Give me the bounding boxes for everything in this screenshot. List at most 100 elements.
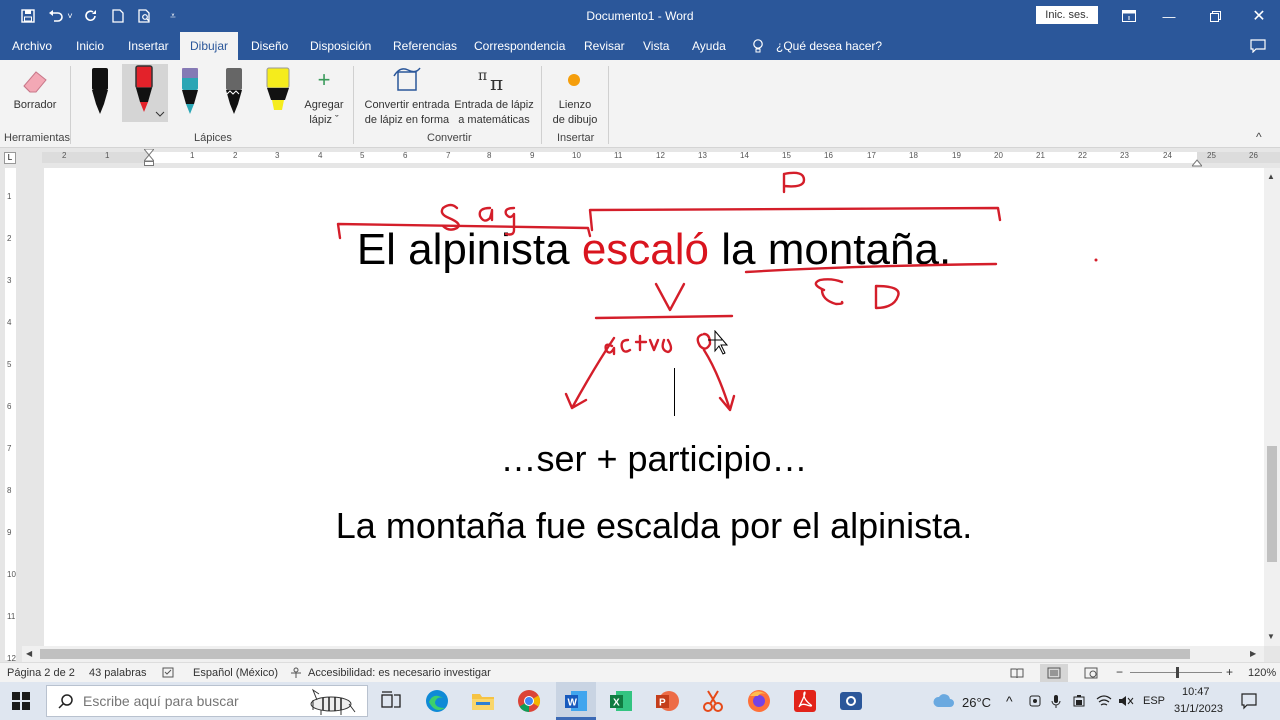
sign-in-button[interactable]: Inic. ses. bbox=[1036, 6, 1098, 24]
print-layout-button[interactable] bbox=[1040, 664, 1068, 682]
tell-me-search[interactable]: ¿Qué desea hacer? bbox=[774, 32, 884, 60]
ruler-number: 10 bbox=[572, 151, 581, 160]
right-indent-marker-icon[interactable] bbox=[1190, 155, 1204, 167]
tray-expand-icon[interactable]: ^ bbox=[1006, 693, 1013, 709]
scrollbar-thumb[interactable] bbox=[1267, 446, 1277, 562]
tab-inicio[interactable]: Inicio bbox=[74, 32, 106, 60]
scroll-right-icon[interactable]: ▶ bbox=[1250, 649, 1256, 658]
tab-dibujar[interactable]: Dibujar bbox=[180, 32, 239, 60]
eraser-icon[interactable] bbox=[20, 66, 50, 96]
edge-icon[interactable] bbox=[424, 688, 450, 714]
excel-icon[interactable]: X bbox=[608, 688, 634, 714]
temperature[interactable]: 26°C bbox=[962, 695, 991, 710]
language-status[interactable]: Español (México) bbox=[193, 667, 278, 679]
zebra-image-icon bbox=[299, 686, 365, 716]
word-taskbar-button[interactable]: W bbox=[556, 682, 596, 720]
collapse-ribbon-icon[interactable]: ^ bbox=[1256, 130, 1270, 144]
search-input[interactable] bbox=[83, 686, 283, 716]
proofing-icon[interactable] bbox=[162, 667, 176, 682]
ink-to-math-icon[interactable]: ππ bbox=[476, 66, 512, 95]
vruler-number: 1 bbox=[7, 192, 12, 201]
pen-black-icon[interactable] bbox=[84, 66, 118, 118]
battery-icon[interactable] bbox=[1072, 694, 1086, 711]
tab-disposicion[interactable]: Disposición bbox=[308, 32, 373, 60]
tab-insertar[interactable]: Insertar bbox=[126, 32, 171, 60]
clock-time[interactable]: 10:47 bbox=[1182, 686, 1210, 698]
vruler-number: 5 bbox=[7, 360, 12, 369]
tab-archivo[interactable]: Archivo bbox=[10, 32, 54, 60]
volume-icon[interactable] bbox=[1118, 694, 1134, 711]
wifi-icon[interactable] bbox=[1096, 694, 1112, 711]
camera-app-icon[interactable] bbox=[838, 688, 864, 714]
ruler-number: 26 bbox=[1249, 151, 1258, 160]
vertical-ruler: 1 2 3 4 5 6 7 8 9 10 11 12 bbox=[0, 168, 20, 663]
drawing-canvas-icon[interactable] bbox=[568, 74, 580, 86]
tab-correspondencia[interactable]: Correspondencia bbox=[472, 32, 567, 60]
powerpoint-icon[interactable]: P bbox=[654, 688, 680, 714]
accessibility-icon[interactable] bbox=[290, 667, 304, 682]
tray-apps-icon[interactable] bbox=[1028, 694, 1042, 711]
scroll-left-icon[interactable]: ◀ bbox=[26, 649, 32, 658]
document-page[interactable]: El alpinista escaló la montaña. …ser + p… bbox=[44, 168, 1264, 646]
tab-diseno[interactable]: Diseño bbox=[249, 32, 290, 60]
acrobat-icon[interactable] bbox=[792, 688, 818, 714]
maximize-icon[interactable] bbox=[1192, 0, 1238, 32]
word-count[interactable]: 43 palabras bbox=[89, 667, 147, 679]
web-layout-icon[interactable] bbox=[1084, 667, 1098, 682]
notifications-icon[interactable] bbox=[1240, 692, 1258, 713]
read-mode-icon[interactable] bbox=[1010, 667, 1024, 682]
ink-cd-d bbox=[874, 284, 900, 310]
page-count[interactable]: Página 2 de 2 bbox=[7, 667, 75, 679]
pen-pencil-icon[interactable] bbox=[218, 66, 252, 118]
add-pen-label-2[interactable]: lápiz ˇ bbox=[296, 113, 352, 128]
highlighter-yellow-icon[interactable] bbox=[262, 66, 296, 118]
hscrollbar-thumb[interactable] bbox=[40, 649, 1190, 659]
add-pen-icon[interactable]: + bbox=[314, 69, 334, 91]
scroll-up-icon[interactable]: ▲ bbox=[1267, 172, 1275, 181]
microphone-icon[interactable] bbox=[1050, 694, 1062, 711]
ruler-number: 20 bbox=[994, 151, 1003, 160]
weather-icon[interactable] bbox=[932, 691, 958, 711]
input-language[interactable]: ESP bbox=[1143, 695, 1165, 707]
tab-ayuda[interactable]: Ayuda bbox=[690, 32, 728, 60]
zoom-in-icon[interactable]: + bbox=[1226, 665, 1233, 679]
accessibility-status[interactable]: Accesibilidad: es necesario investigar bbox=[308, 667, 491, 679]
horizontal-scrollbar[interactable]: ◀ ▶ bbox=[22, 646, 1264, 662]
zoom-out-icon[interactable]: − bbox=[1116, 665, 1123, 679]
pen-red-selected[interactable] bbox=[122, 64, 168, 122]
vruler-number: 6 bbox=[7, 402, 12, 411]
ruler-number: 19 bbox=[952, 151, 961, 160]
tab-vista[interactable]: Vista bbox=[641, 32, 671, 60]
ink-subject-bracket bbox=[336, 222, 592, 240]
snipping-tool-icon[interactable] bbox=[700, 688, 726, 714]
vertical-scrollbar[interactable]: ▲ ▼ bbox=[1264, 168, 1280, 646]
close-icon[interactable]: ✕ bbox=[1236, 0, 1280, 32]
scroll-down-icon[interactable]: ▼ bbox=[1267, 632, 1275, 641]
svg-text:X: X bbox=[613, 698, 620, 709]
tab-selector-icon[interactable]: L bbox=[4, 152, 16, 164]
windows-start-icon[interactable] bbox=[12, 692, 30, 710]
ink-arrow-right bbox=[702, 348, 736, 412]
zoom-slider[interactable] bbox=[1130, 667, 1222, 678]
clock-date[interactable]: 31/1/2023 bbox=[1174, 703, 1223, 715]
ruler-number: 9 bbox=[530, 151, 535, 160]
indent-marker-icon[interactable] bbox=[142, 148, 156, 167]
ruler-number: 14 bbox=[740, 151, 749, 160]
minimize-icon[interactable]: — bbox=[1146, 0, 1192, 32]
zoom-level[interactable]: 120% bbox=[1248, 667, 1276, 679]
firefox-icon[interactable] bbox=[746, 688, 772, 714]
file-explorer-icon[interactable] bbox=[470, 688, 496, 714]
ink-dot bbox=[1094, 258, 1098, 262]
zoom-slider-thumb[interactable] bbox=[1176, 667, 1179, 678]
taskbar-search[interactable] bbox=[46, 685, 368, 717]
chrome-icon[interactable] bbox=[516, 688, 542, 714]
tab-referencias[interactable]: Referencias bbox=[391, 32, 459, 60]
task-view-icon[interactable] bbox=[378, 688, 404, 714]
pen-teal-icon[interactable] bbox=[174, 66, 208, 118]
ribbon-tabs: Archivo Inicio Insertar Dibujar Diseño D… bbox=[0, 32, 1280, 60]
tab-revisar[interactable]: Revisar bbox=[582, 32, 627, 60]
ruler-number: 1 bbox=[105, 151, 110, 160]
ink-to-shape-icon[interactable] bbox=[392, 66, 422, 94]
comments-icon[interactable] bbox=[1248, 32, 1270, 60]
ink-underline-object bbox=[744, 262, 998, 274]
